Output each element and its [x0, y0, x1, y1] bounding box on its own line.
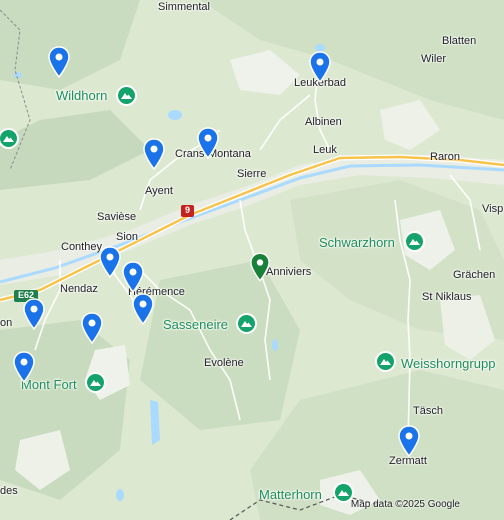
- place-anniviers: Anniviers: [266, 266, 312, 278]
- peak-label-schwarzhorn: Schwarzhorn: [319, 235, 395, 250]
- place-tasch: Täsch: [413, 405, 443, 417]
- map-pin-icon[interactable]: [309, 51, 331, 83]
- place-wiler: Wiler: [421, 53, 447, 65]
- place-zermatt: Zermatt: [389, 455, 427, 467]
- map-pin-icon[interactable]: [23, 298, 45, 330]
- place-saviese: Savièse: [97, 211, 137, 223]
- map-pin-icon[interactable]: [143, 138, 165, 170]
- place-evolene: Evolène: [204, 357, 244, 369]
- map-pin-icon[interactable]: [99, 246, 121, 278]
- map-pin-icon[interactable]: [13, 351, 35, 383]
- map-pin-icon[interactable]: [197, 127, 219, 159]
- place-conthey: Conthey: [61, 241, 102, 253]
- mountain-icon[interactable]: [238, 315, 255, 332]
- map-view[interactable]: 9 E62 Simmental Blatten Wiler Leukerbad …: [0, 0, 504, 520]
- map-pin-icon[interactable]: [132, 293, 154, 325]
- peak-label-weisshorngruppe: Weisshorngrupp: [401, 356, 496, 371]
- place-nendaz: Nendaz: [60, 283, 98, 295]
- place-visp: Visp: [482, 203, 504, 215]
- map-attribution: Map data ©2025 Google: [350, 499, 460, 510]
- peak-label-matterhorn: Matterhorn: [259, 487, 322, 502]
- place-st-niklaus: St Niklaus: [422, 291, 472, 303]
- place-on: on: [0, 317, 13, 329]
- place-blatten: Blatten: [442, 35, 477, 47]
- route-9-shield: 9: [181, 205, 195, 217]
- place-simmental: Simmental: [158, 1, 210, 13]
- mountain-icon[interactable]: [0, 130, 17, 147]
- place-raron: Raron: [430, 151, 460, 163]
- place-grachen: Grächen: [453, 269, 496, 281]
- map-pin-icon[interactable]: [398, 425, 420, 457]
- mountain-icon[interactable]: [118, 87, 135, 104]
- peak-label-sasseneire: Sasseneire: [163, 317, 229, 332]
- place-albinen: Albinen: [305, 116, 342, 128]
- place-sion: Sion: [116, 231, 139, 243]
- map-pin-selected-icon[interactable]: [250, 252, 270, 282]
- map-pin-icon[interactable]: [81, 312, 103, 344]
- mountain-icon[interactable]: [406, 233, 423, 250]
- peak-label-wildhorn: Wildhorn: [56, 88, 108, 103]
- mountain-icon[interactable]: [87, 374, 104, 391]
- place-ayent: Ayent: [145, 185, 173, 197]
- mountain-icon[interactable]: [335, 484, 352, 501]
- place-leuk: Leuk: [313, 144, 337, 156]
- place-des: des: [0, 485, 18, 497]
- place-sierre: Sierre: [237, 168, 267, 180]
- map-pin-icon[interactable]: [48, 46, 70, 78]
- mountain-icon[interactable]: [377, 353, 394, 370]
- map-pin-icon[interactable]: [122, 261, 144, 293]
